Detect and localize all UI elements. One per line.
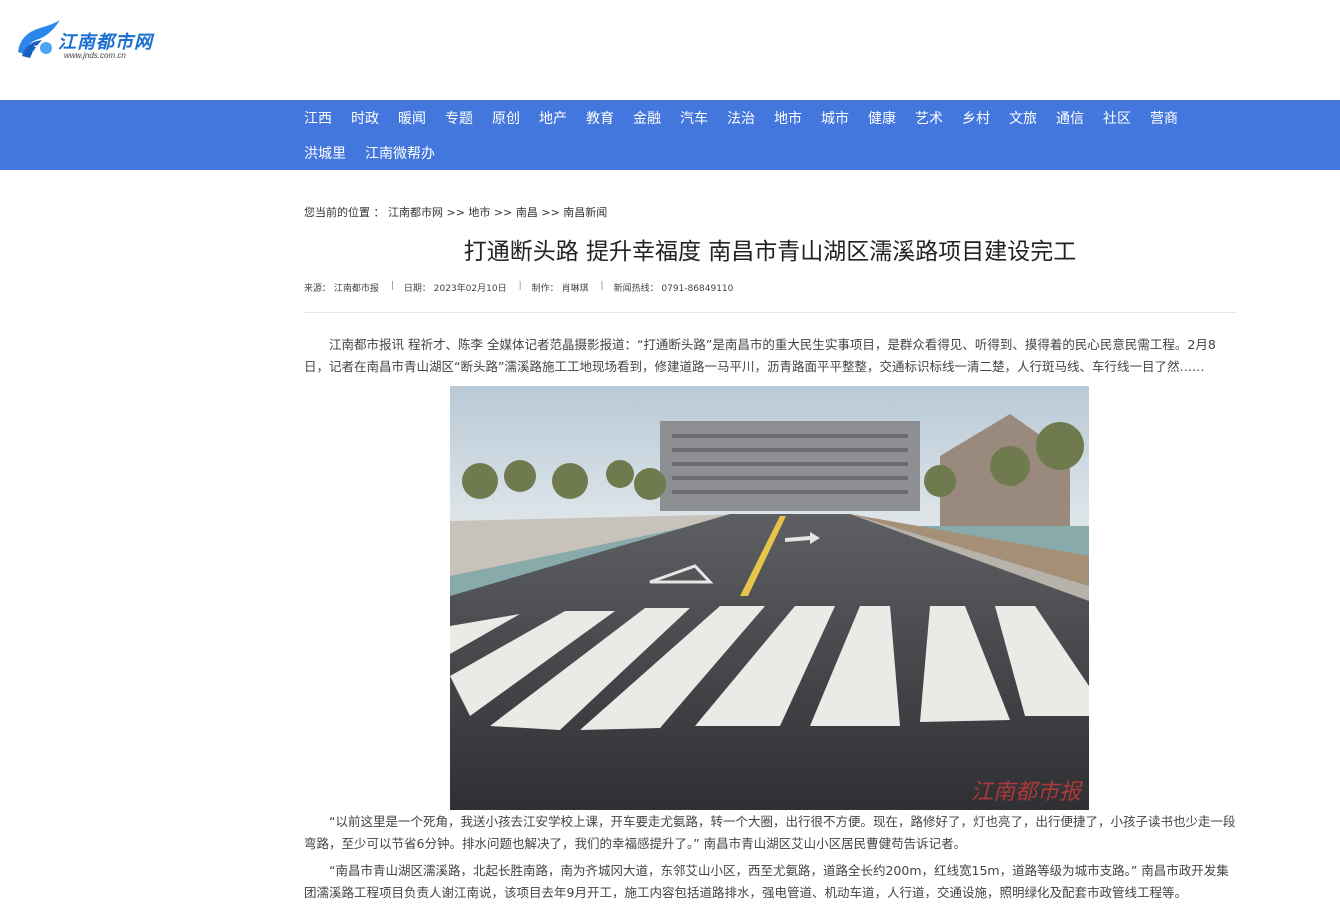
nav-item[interactable]: 地产 <box>539 108 567 128</box>
nav-item[interactable]: 健康 <box>868 108 896 128</box>
nav-item[interactable]: 文旅 <box>1009 108 1037 128</box>
nav-item[interactable]: 洪城里 <box>304 143 346 163</box>
main-nav: 江西 时政 暖闻 专题 原创 地产 教育 金融 汽车 法治 地市 城市 健康 艺术 乡村 文旅 通信 社区 营商 洪… <box>0 100 1340 170</box>
meta-editor: 制作： 肖琳琪 <box>531 284 589 294</box>
breadcrumb-path[interactable]: 江南都市网 >> 地市 >> 南昌 >> 南昌新闻 <box>388 206 607 219</box>
nav-item[interactable]: 时政 <box>351 108 379 128</box>
nav-item[interactable]: 社区 <box>1103 108 1131 128</box>
nav-item[interactable]: 专题 <box>445 108 473 128</box>
breadcrumb: 您当前的位置 ： 江南都市网 >> 地市 >> 南昌 >> 南昌新闻 <box>304 204 607 220</box>
meta-separator: | <box>600 281 604 291</box>
nav-item[interactable]: 艺术 <box>915 108 943 128</box>
breadcrumb-label: 您当前的位置 ： <box>304 206 385 219</box>
meta-date: 日期： 2023年02月10日 <box>403 284 507 294</box>
article-paragraph-2: “以前这里是一个死角，我送小孩去江安学校上课，开车要走尤氨路，转一个大圈，出行很… <box>304 814 1236 851</box>
logo-emblem-icon: J <box>18 20 60 58</box>
article-meta: 来源： 江南都市报 | 日期： 2023年02月10日 | 制作： 肖琳琪 | … <box>304 281 739 294</box>
article-photo: 江南都市报 <box>450 386 1089 810</box>
photo-watermark: 江南都市报 <box>970 780 1081 805</box>
meta-separator: | <box>390 281 394 291</box>
nav-item[interactable]: 江西 <box>304 108 332 128</box>
article-title: 打通断头路 提升幸福度 南昌市青山湖区濡溪路项目建设完工 <box>463 239 1077 265</box>
site-logo[interactable]: J 江南都市网 www.jnds.com.cn <box>14 18 174 62</box>
meta-source: 来源： 江南都市报 <box>304 284 379 294</box>
nav-item[interactable]: 暖闻 <box>398 108 426 128</box>
article-paragraph-3: “南昌市青山湖区濡溪路，北起长胜南路，南为齐城冈大道，东邻艾山小区，西至尤氨路，… <box>304 863 1229 900</box>
nav-item[interactable]: 江南微帮办 <box>365 143 435 163</box>
nav-row-2: 洪城里 江南微帮办 <box>304 135 1264 170</box>
nav-row-1: 江西 时政 暖闻 专题 原创 地产 教育 金融 汽车 法治 地市 城市 健康 艺术 乡村 文旅 通信 社区 营商 <box>304 100 1264 135</box>
nav-item[interactable]: 教育 <box>586 108 614 128</box>
nav-item[interactable]: 地市 <box>774 108 802 128</box>
meta-hotline: 新闻热线： 0791-86849110 <box>613 284 734 294</box>
svg-text:J: J <box>32 43 39 57</box>
nav-item[interactable]: 汽车 <box>680 108 708 128</box>
nav-item[interactable]: 乡村 <box>962 108 990 128</box>
article-paragraph-1: 江南都市报讯 程祈才、陈李 全媒体记者范晶摄影报道：“打通断头路”是南昌市的重大… <box>304 337 1216 374</box>
nav-item[interactable]: 原创 <box>492 108 520 128</box>
road-photo-image <box>450 386 1089 810</box>
nav-item[interactable]: 营商 <box>1150 108 1178 128</box>
nav-item[interactable]: 城市 <box>821 108 849 128</box>
nav-item[interactable]: 通信 <box>1056 108 1084 128</box>
meta-separator: | <box>518 281 522 291</box>
nav-item[interactable]: 金融 <box>633 108 661 128</box>
logo-url: www.jnds.com.cn <box>64 51 126 60</box>
title-divider <box>304 312 1236 313</box>
nav-item[interactable]: 法治 <box>727 108 755 128</box>
